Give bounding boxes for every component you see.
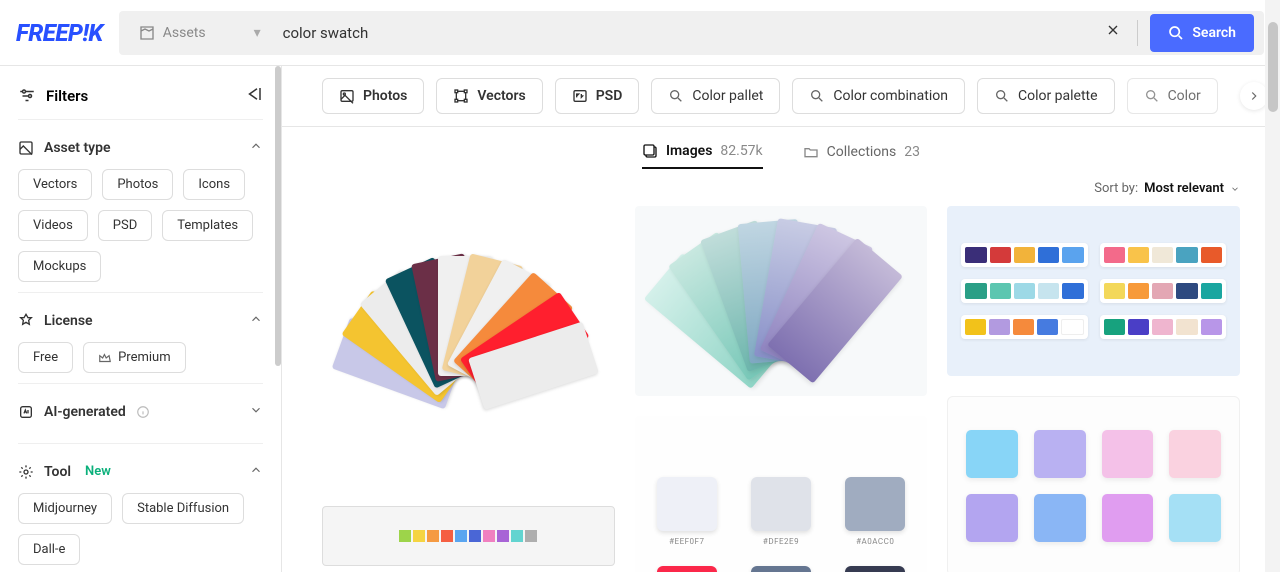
chip-videos[interactable]: Videos: [18, 210, 88, 241]
ai-generated-header[interactable]: AI-generated: [18, 398, 263, 433]
swatch-fan-illustration: [368, 246, 568, 446]
clear-search-button[interactable]: [1093, 22, 1133, 43]
images-icon: [642, 143, 658, 159]
chevron-up-icon: [249, 139, 263, 153]
chip-free[interactable]: Free: [18, 342, 73, 373]
psd-icon: [572, 88, 588, 104]
divider: [1137, 20, 1138, 46]
info-icon: [136, 405, 150, 419]
suggest-psd[interactable]: PSD: [555, 78, 640, 114]
logo[interactable]: FREEP!K: [16, 19, 103, 47]
filters-icon: [18, 87, 36, 105]
result-card[interactable]: [947, 396, 1240, 572]
chevron-right-icon: [1247, 89, 1261, 103]
tool-header[interactable]: Tool New: [18, 458, 263, 493]
swatch-row-illustration: [399, 530, 537, 542]
chip-templates[interactable]: Templates: [162, 210, 253, 241]
search-icon: [668, 88, 684, 104]
suggest-photos[interactable]: Photos: [322, 78, 424, 114]
search-bar: Assets ▾ Search: [119, 11, 1264, 55]
assets-dropdown[interactable]: Assets ▾: [129, 25, 271, 41]
result-card[interactable]: #EEF0F7#DFE2E9#A0ACC0#FB284A#657691#363B…: [635, 416, 928, 572]
chevron-up-icon: [249, 312, 263, 326]
suggest-color[interactable]: Color: [1127, 78, 1218, 114]
chip-icons[interactable]: Icons: [183, 169, 245, 200]
collections-icon: [803, 144, 819, 160]
collapse-icon: [245, 87, 263, 101]
asset-type-header[interactable]: Asset type: [18, 134, 263, 169]
tab-collections[interactable]: Collections 23: [803, 144, 920, 168]
suggest-vectors[interactable]: Vectors: [436, 78, 542, 114]
search-icon: [1144, 88, 1160, 104]
images-count: 82.57k: [720, 143, 762, 159]
crown-icon: [98, 351, 112, 365]
chip-psd[interactable]: PSD: [98, 210, 152, 241]
vectors-icon: [453, 88, 469, 104]
image-icon: [339, 88, 355, 104]
suggest-color-combination[interactable]: Color combination: [792, 78, 965, 114]
search-input[interactable]: [271, 24, 1094, 42]
page-scrollbar[interactable]: [1265, 0, 1280, 572]
scroll-thumb[interactable]: [1268, 22, 1278, 112]
chip-photos[interactable]: Photos: [102, 169, 173, 200]
tab-images[interactable]: Images 82.57k: [642, 143, 763, 169]
search-icon: [994, 88, 1010, 104]
chevron-up-icon: [249, 463, 263, 477]
filters-title: Filters: [46, 87, 88, 105]
suggest-color-palette[interactable]: Color palette: [977, 78, 1115, 114]
sort-dropdown[interactable]: Most relevant: [1144, 181, 1240, 196]
chip-mockups[interactable]: Mockups: [18, 251, 101, 282]
license-header[interactable]: License: [18, 307, 263, 342]
chip-vectors[interactable]: Vectors: [18, 169, 92, 200]
palette-grid-illustration: [961, 243, 1226, 339]
close-icon: [1105, 22, 1121, 38]
new-badge: New: [85, 464, 111, 479]
asset-type-icon: [18, 140, 34, 156]
chevron-down-icon: ▾: [254, 25, 261, 41]
license-icon: [18, 313, 34, 329]
search-icon: [809, 88, 825, 104]
search-button[interactable]: Search: [1150, 14, 1254, 52]
assets-icon: [139, 25, 155, 41]
scroll-suggestions-right[interactable]: [1240, 82, 1268, 110]
chip-stable-diffusion[interactable]: Stable Diffusion: [122, 493, 244, 524]
sidebar-scrollbar[interactable]: [275, 66, 281, 366]
result-card[interactable]: [322, 506, 615, 566]
sort-by-label: Sort by:: [1094, 181, 1138, 196]
paint-chips-illustration: [651, 221, 911, 381]
chip-midjourney[interactable]: Midjourney: [18, 493, 112, 524]
suggestions-row: Photos Vectors PSD Color pallet Color co…: [282, 66, 1280, 127]
collections-count: 23: [904, 144, 920, 160]
hex-swatches-illustration: #EEF0F7#DFE2E9#A0ACC0#FB284A#657691#363B…: [655, 477, 908, 572]
result-card[interactable]: [322, 206, 615, 486]
suggest-color-pallet[interactable]: Color pallet: [651, 78, 780, 114]
filters-sidebar: Filters Asset type Vectors Photos Icons …: [0, 66, 282, 572]
pastel-swatches-illustration: [966, 430, 1221, 542]
result-card[interactable]: [635, 206, 928, 396]
chip-premium[interactable]: Premium: [83, 342, 186, 373]
search-icon: [1168, 25, 1184, 41]
chip-dalle[interactable]: Dall-e: [18, 534, 80, 565]
tool-icon: [18, 464, 34, 480]
ai-icon: [18, 404, 34, 420]
collapse-sidebar-button[interactable]: [245, 86, 263, 105]
chevron-down-icon: [1230, 184, 1240, 194]
result-card[interactable]: [947, 206, 1240, 376]
chevron-down-icon: [249, 403, 263, 417]
